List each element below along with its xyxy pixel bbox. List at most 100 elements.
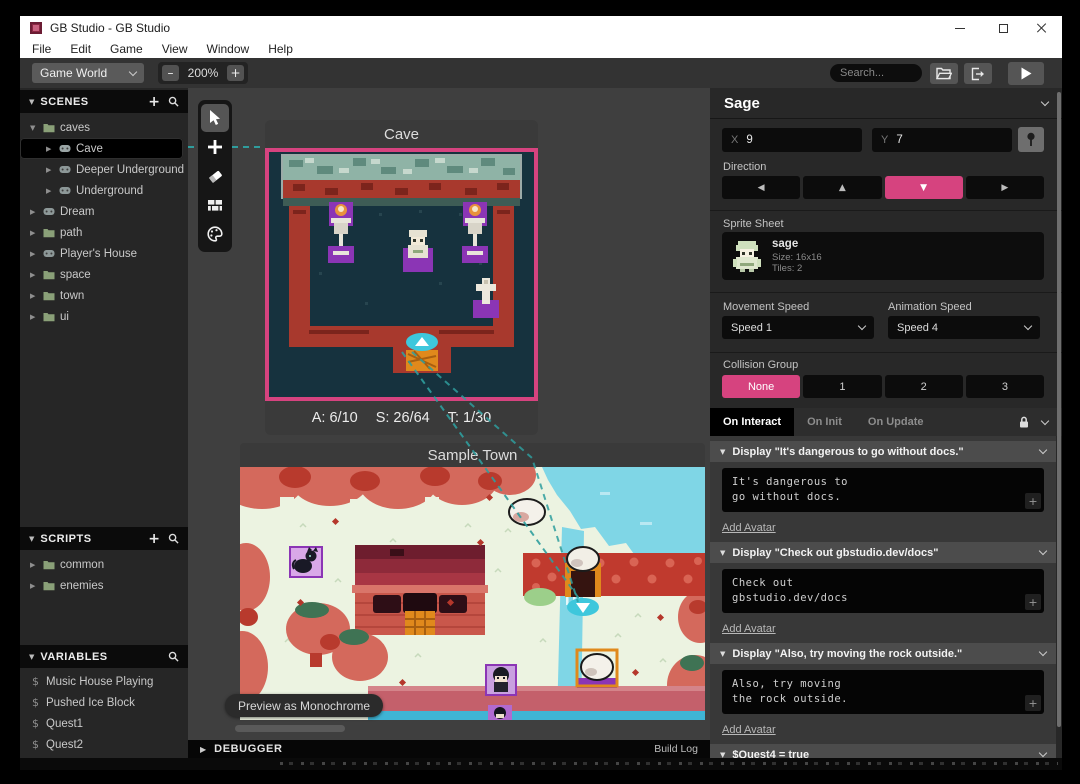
cave-tilemap[interactable]	[269, 152, 534, 397]
zoom-out-button[interactable]: –	[162, 65, 179, 81]
event-header-set-variable[interactable]: ▼ $Quest4 = true	[710, 744, 1056, 758]
zoom-in-button[interactable]: +	[227, 65, 244, 81]
search-icon[interactable]	[168, 96, 179, 107]
colorize-tool-button[interactable]	[201, 220, 229, 248]
scene-card-sample-town[interactable]: Sample Town	[240, 443, 705, 720]
script-folder-enemies[interactable]: ▶ enemies	[20, 575, 188, 596]
menu-edit[interactable]: Edit	[70, 42, 91, 56]
chevron-down-icon[interactable]	[1041, 97, 1049, 105]
view-mode-select[interactable]: Game World	[32, 63, 144, 83]
scene-folder-space[interactable]: ▶ space	[20, 264, 188, 285]
export-button[interactable]	[964, 63, 992, 84]
chevron-down-icon[interactable]	[1039, 749, 1047, 757]
expand-icon[interactable]: ▶	[30, 561, 38, 569]
pin-to-screen-button[interactable]	[1018, 127, 1044, 152]
expand-icon[interactable]: ▶	[30, 208, 38, 216]
actor-clipped[interactable]	[488, 705, 512, 720]
direction-up-button[interactable]: ▲	[803, 176, 881, 199]
open-project-button[interactable]	[930, 63, 958, 84]
expand-icon[interactable]: ▶	[30, 229, 38, 237]
scene-item-players-house[interactable]: ▶ Player's House	[20, 243, 188, 264]
scene-folder-path[interactable]: ▶ path	[20, 222, 188, 243]
direction-down-button[interactable]: ▼	[885, 176, 963, 199]
lock-icon[interactable]	[1018, 416, 1030, 429]
trigger-cave-exit[interactable]	[406, 333, 438, 371]
tab-on-interact[interactable]: On Interact	[710, 408, 794, 436]
collapse-icon[interactable]: ▼	[720, 549, 725, 557]
expand-icon[interactable]: ▶	[30, 250, 38, 258]
variable-item[interactable]: $ Quest1	[20, 713, 188, 734]
expand-icon[interactable]: ▶	[30, 292, 38, 300]
collapse-icon[interactable]: ▼	[720, 751, 725, 759]
add-avatar-link[interactable]: Add Avatar	[722, 623, 776, 635]
chevron-down-icon[interactable]	[1041, 416, 1049, 424]
collapse-icon[interactable]: ▼	[30, 124, 38, 132]
collisions-tool-button[interactable]	[201, 191, 229, 219]
actor-player[interactable]	[486, 665, 516, 695]
expand-icon[interactable]: ▶	[46, 166, 54, 174]
expand-icon[interactable]: ▶	[200, 745, 206, 754]
actor-cat[interactable]	[290, 547, 322, 577]
select-tool-button[interactable]	[201, 104, 229, 132]
scene-folder-ui[interactable]: ▶ ui	[20, 306, 188, 327]
actor-cloud-rock[interactable]	[509, 499, 545, 525]
chevron-down-icon[interactable]	[1039, 446, 1047, 454]
scenes-section-header[interactable]: ▼ SCENES +	[20, 90, 188, 113]
expand-icon[interactable]: ▶	[46, 145, 54, 153]
close-button[interactable]	[1024, 16, 1058, 40]
collapse-icon[interactable]: ▼	[720, 448, 725, 456]
expand-icon[interactable]: ▶	[30, 582, 38, 590]
dialogue-textarea[interactable]: Also, try moving the rock outside. +	[722, 670, 1044, 714]
collision-3-button[interactable]: 3	[966, 375, 1044, 398]
scene-folder-town[interactable]: ▶ town	[20, 285, 188, 306]
expand-icon[interactable]: ▶	[46, 187, 54, 195]
add-text-button[interactable]: +	[1025, 594, 1041, 610]
vertical-scrollbar[interactable]	[1057, 92, 1061, 727]
x-coordinate-field[interactable]: X 9	[722, 128, 862, 152]
actor-header[interactable]: Sage	[710, 88, 1062, 119]
variable-item[interactable]: $ Pushed Ice Block	[20, 692, 188, 713]
event-header-display-3[interactable]: ▼ Display "Also, try moving the rock out…	[710, 643, 1056, 664]
minimize-button[interactable]	[943, 16, 977, 40]
collision-none-button[interactable]: None	[722, 375, 800, 398]
add-tool-button[interactable]	[201, 133, 229, 161]
menu-file[interactable]: File	[32, 42, 51, 56]
scene-item-underground[interactable]: ▶ Underground	[20, 180, 188, 201]
search-input[interactable]	[830, 64, 922, 82]
add-avatar-link[interactable]: Add Avatar	[722, 724, 776, 736]
collapse-icon[interactable]: ▼	[29, 653, 34, 661]
scene-card-cave[interactable]: Cave	[265, 120, 538, 435]
collapse-icon[interactable]: ▼	[720, 650, 725, 658]
menu-game[interactable]: Game	[110, 42, 143, 56]
collision-2-button[interactable]: 2	[885, 375, 963, 398]
scene-folder-caves[interactable]: ▼ caves	[20, 117, 188, 138]
direction-right-button[interactable]: ▶	[966, 176, 1044, 199]
chevron-down-icon[interactable]	[1039, 648, 1047, 656]
variable-item[interactable]: $ Music House Playing	[20, 671, 188, 692]
add-script-button[interactable]: +	[148, 531, 160, 547]
trigger-town-entrance[interactable]	[567, 598, 599, 616]
scene-item-deeper-underground[interactable]: ▶ Deeper Underground	[20, 159, 188, 180]
sprite-sheet-picker[interactable]: sage Size: 16x16 Tiles: 2	[722, 232, 1044, 280]
run-button[interactable]	[1008, 62, 1044, 85]
world-canvas[interactable]: Cave	[188, 88, 710, 740]
scene-title-sample-town[interactable]: Sample Town	[240, 443, 705, 467]
direction-left-button[interactable]: ◀	[722, 176, 800, 199]
menu-help[interactable]: Help	[268, 42, 293, 56]
horizontal-scrollbar[interactable]	[235, 725, 345, 732]
dialogue-textarea[interactable]: Check out gbstudio.dev/docs +	[722, 569, 1044, 613]
search-icon[interactable]	[168, 533, 179, 544]
add-text-button[interactable]: +	[1025, 493, 1041, 509]
scripts-section-header[interactable]: ▼ SCRIPTS +	[20, 527, 188, 550]
add-text-button[interactable]: +	[1025, 695, 1041, 711]
dialogue-textarea[interactable]: It's dangerous to go without docs. +	[722, 468, 1044, 512]
scene-item-cave[interactable]: ▶ Cave	[20, 138, 183, 159]
scene-title-cave[interactable]: Cave	[265, 120, 538, 148]
collision-1-button[interactable]: 1	[803, 375, 881, 398]
y-coordinate-field[interactable]: Y 7	[872, 128, 1012, 152]
town-tilemap[interactable]	[240, 467, 705, 720]
scene-item-dream[interactable]: ▶ Dream	[20, 201, 188, 222]
collapse-icon[interactable]: ▼	[29, 535, 34, 543]
search-icon[interactable]	[168, 651, 179, 662]
expand-icon[interactable]: ▶	[30, 271, 38, 279]
